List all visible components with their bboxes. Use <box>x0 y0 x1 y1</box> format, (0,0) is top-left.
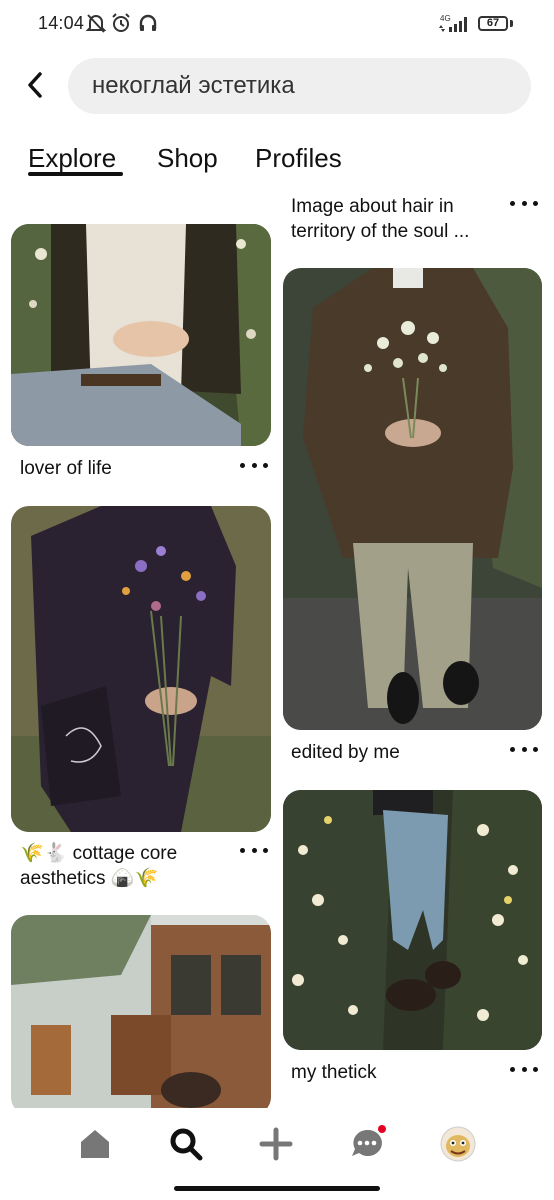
tab-shop[interactable]: Shop <box>157 143 218 174</box>
pin-image[interactable] <box>283 268 542 730</box>
signal-icon: 4G <box>437 14 471 34</box>
messages-icon <box>352 1125 386 1156</box>
more-options-icon[interactable] <box>510 1060 538 1078</box>
nav-search[interactable] <box>164 1122 208 1166</box>
battery-tip <box>510 20 513 27</box>
nav-create[interactable] <box>254 1122 298 1166</box>
headphones-icon <box>137 12 159 34</box>
notification-dot <box>378 1125 386 1133</box>
more-options-icon[interactable] <box>240 841 268 859</box>
home-indicator[interactable] <box>174 1186 380 1191</box>
nav-profile[interactable] <box>436 1122 480 1166</box>
pin-title: my thetick <box>291 1062 377 1083</box>
pin-title: Image about hair in territory of the sou… <box>291 194 501 244</box>
status-bar: 14:04 4G 67 <box>0 0 554 48</box>
add-icon <box>259 1127 293 1161</box>
pin-title: edited by me <box>291 742 400 763</box>
chevron-left-icon <box>28 72 42 98</box>
search-input[interactable]: некоглай эстетика <box>68 58 531 114</box>
tab-explore[interactable]: Explore <box>28 143 116 174</box>
active-tab-indicator <box>28 172 123 176</box>
pin-image[interactable] <box>11 506 271 832</box>
pin-title-line: 🌾🐇 cottage core <box>20 843 178 864</box>
nav-home[interactable] <box>73 1122 117 1166</box>
bell-muted-icon <box>85 12 107 34</box>
more-options-icon[interactable] <box>510 740 538 758</box>
tab-profiles[interactable]: Profiles <box>255 143 342 174</box>
battery-icon: 67 <box>478 16 508 31</box>
nav-messages[interactable] <box>346 1122 390 1166</box>
search-icon <box>170 1128 203 1161</box>
profile-avatar <box>440 1126 476 1162</box>
pin-image[interactable] <box>283 790 542 1050</box>
alarm-icon <box>110 12 132 34</box>
back-button[interactable] <box>16 66 54 104</box>
pin-title-line: aesthetics 🍙🌾 <box>20 868 159 889</box>
status-time: 14:04 <box>38 13 85 33</box>
pin-title-line: territory of the soul ... <box>291 221 470 242</box>
pin-title: lover of life <box>20 458 112 479</box>
pin-image[interactable] <box>11 224 271 446</box>
home-icon <box>81 1130 109 1158</box>
pin-title-line: Image about hair in <box>291 196 454 217</box>
svg-text:4G: 4G <box>440 14 451 23</box>
more-options-icon[interactable] <box>510 194 538 212</box>
pin-title: 🌾🐇 cottage core aesthetics 🍙🌾 <box>20 841 230 891</box>
pin-image[interactable] <box>11 915 271 1115</box>
more-options-icon[interactable] <box>240 456 268 474</box>
